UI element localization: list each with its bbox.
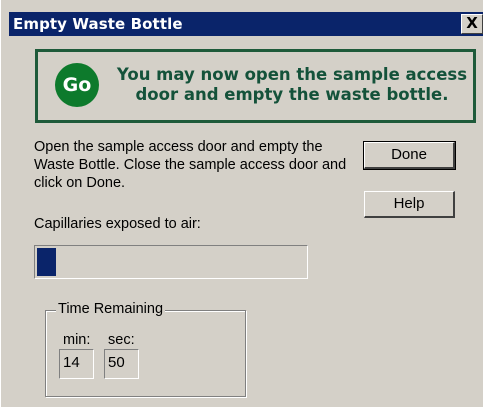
time-remaining-legend: Time Remaining: [56, 301, 166, 317]
minutes-label: min:: [63, 332, 91, 348]
capillaries-progress-fill: [37, 248, 56, 276]
capillaries-progress-bar: [34, 245, 308, 279]
window-title: Empty Waste Bottle: [13, 15, 183, 33]
help-button[interactable]: Help: [364, 191, 455, 218]
title-bar[interactable]: Empty Waste Bottle X: [9, 12, 483, 36]
instructions-text: Open the sample access door and empty th…: [34, 139, 347, 191]
minutes-field: 14: [59, 349, 94, 379]
close-button[interactable]: X: [461, 14, 483, 34]
seconds-label: sec:: [108, 332, 135, 348]
done-button[interactable]: Done: [363, 141, 456, 170]
capillaries-label: Capillaries exposed to air:: [34, 216, 201, 232]
go-icon: Go: [55, 63, 99, 107]
notice-panel: Go You may now open the sample access do…: [35, 49, 476, 123]
seconds-field: 50: [104, 349, 139, 379]
close-icon: X: [466, 14, 478, 32]
empty-waste-bottle-dialog: Empty Waste Bottle X Go You may now open…: [0, 0, 483, 407]
notice-message: You may now open the sample access door …: [116, 65, 468, 104]
